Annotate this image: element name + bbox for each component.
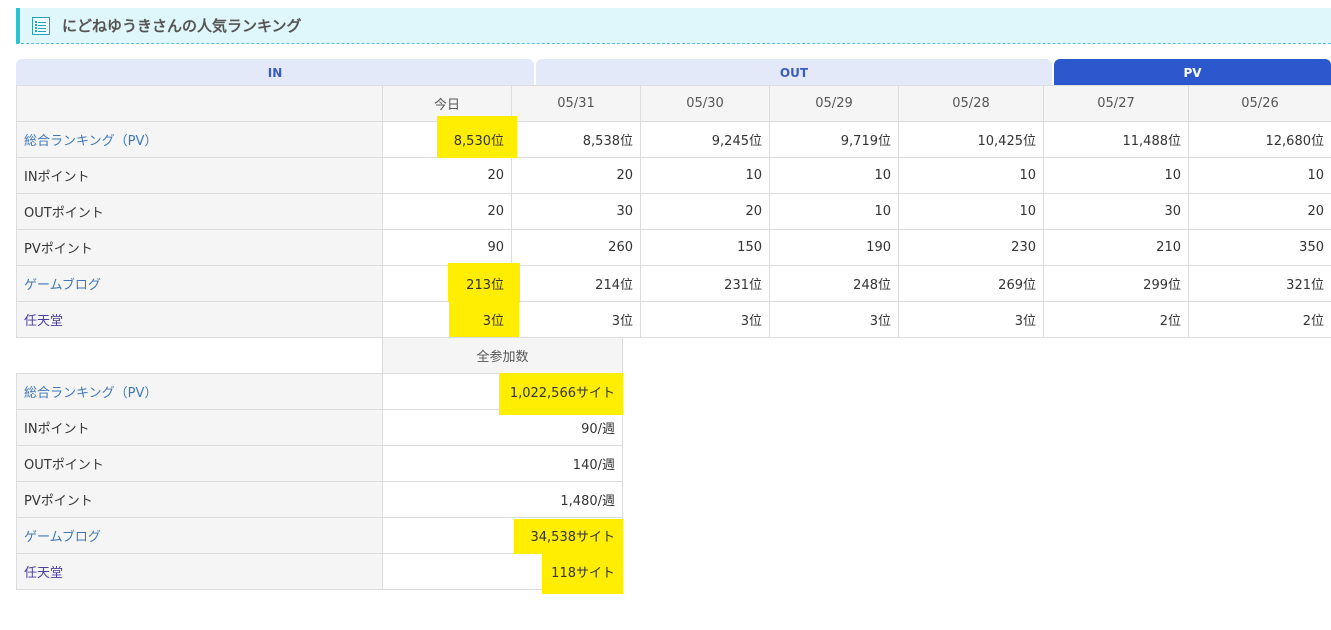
row-label: INポイント [16, 409, 383, 446]
table-row: PVポイント 1,480/週 [16, 481, 623, 518]
table-cell: 118サイト [382, 553, 623, 594]
table-cell: 10 [1043, 157, 1189, 194]
table-cell: 3位 [769, 301, 899, 338]
nintendo-link[interactable]: 任天堂 [24, 314, 63, 329]
column-header: 05/30 [640, 85, 770, 122]
table-cell: 260 [511, 229, 641, 266]
column-header: 05/29 [769, 85, 899, 122]
table-cell: 10 [1188, 157, 1331, 194]
table-cell: 1,480/週 [382, 481, 623, 518]
table-cell: 3位 [511, 301, 641, 338]
row-label[interactable]: 総合ランキング（PV） [16, 373, 383, 410]
table-row: 総合ランキング（PV） 1,022,566サイト [16, 373, 623, 415]
table-cell: 350 [1188, 229, 1331, 266]
column-header: 全参加数 [382, 337, 623, 374]
page-title: にどねゆうきさんの人気ランキング [62, 17, 302, 35]
table-row: OUTポイント 140/週 [16, 445, 623, 482]
table-row: PVポイント 90 260 150 190 230 210 350 [16, 229, 1331, 266]
row-label[interactable]: 任天堂 [16, 553, 383, 590]
table-cell: 10 [640, 157, 770, 194]
header-blank [16, 337, 383, 374]
tab-in[interactable]: IN [16, 59, 534, 86]
table-cell: 10 [769, 193, 899, 230]
row-label[interactable]: ゲームブログ [16, 265, 383, 302]
column-header: 05/27 [1043, 85, 1189, 122]
table-cell: 3位 [382, 300, 519, 340]
table-cell: 10 [898, 157, 1044, 194]
table-cell: 10,425位 [898, 121, 1044, 158]
table-cell: 8,538位 [511, 121, 641, 158]
totals-header-row: 全参加数 [16, 337, 623, 374]
game-blog-link[interactable]: ゲームブログ [24, 278, 101, 293]
page-header: にどねゆうきさんの人気ランキング [16, 8, 1331, 44]
overall-ranking-link[interactable]: 総合ランキング（PV） [24, 386, 157, 401]
ranking-table: 今日 05/31 05/30 05/29 05/28 05/27 05/26 総… [16, 85, 1331, 340]
table-row: ゲームブログ 34,538サイト [16, 517, 623, 559]
table-cell: 140/週 [382, 445, 623, 482]
table-cell: 231位 [640, 265, 770, 302]
table-cell: 2位 [1043, 301, 1189, 338]
table-row: 任天堂 118サイト [16, 553, 623, 594]
row-label[interactable]: 総合ランキング（PV） [16, 121, 383, 158]
row-label: OUTポイント [16, 193, 383, 230]
table-cell: 3位 [898, 301, 1044, 338]
ranking-list-icon [32, 16, 50, 35]
table-cell: 230 [898, 229, 1044, 266]
table-row: 任天堂 3位 3位 3位 3位 3位 2位 2位 [16, 300, 1331, 340]
table-cell: 10 [769, 157, 899, 194]
row-label: PVポイント [16, 229, 383, 266]
table-cell: 269位 [898, 265, 1044, 302]
table-cell: 150 [640, 229, 770, 266]
table-row: 総合ランキング（PV） 8,530位 8,538位 9,245位 9,719位 … [16, 116, 1331, 158]
table-row: ゲームブログ 213位 214位 231位 248位 269位 299位 321… [16, 263, 1331, 303]
nintendo-link[interactable]: 任天堂 [24, 566, 63, 581]
tab-pv[interactable]: PV [1054, 59, 1331, 86]
table-cell: 9,719位 [769, 121, 899, 158]
table-cell: 9,245位 [640, 121, 770, 158]
table-row: OUTポイント 20 30 20 10 10 30 20 [16, 193, 1331, 230]
table-row: INポイント 20 20 10 10 10 10 10 [16, 157, 1331, 194]
table-cell: 214位 [511, 265, 641, 302]
table-cell: 190 [769, 229, 899, 266]
row-label[interactable]: ゲームブログ [16, 517, 383, 554]
table-cell: 248位 [769, 265, 899, 302]
table-cell: 321位 [1188, 265, 1331, 302]
table-cell: 8,530位 [382, 116, 517, 158]
table-cell: 3位 [640, 301, 770, 338]
table-cell: 20 [382, 193, 512, 230]
game-blog-link[interactable]: ゲームブログ [24, 530, 101, 545]
header-blank [16, 85, 383, 122]
totals-table: 全参加数 総合ランキング（PV） 1,022,566サイト INポイント 90/… [16, 337, 623, 594]
table-cell: 213位 [382, 263, 520, 303]
table-cell: 299位 [1043, 265, 1189, 302]
row-label[interactable]: 任天堂 [16, 301, 383, 338]
table-cell: 11,488位 [1043, 121, 1189, 158]
table-cell: 10 [898, 193, 1044, 230]
table-cell: 30 [511, 193, 641, 230]
table-cell: 30 [1043, 193, 1189, 230]
ranking-header-row: 今日 05/31 05/30 05/29 05/28 05/27 05/26 [16, 85, 1331, 122]
table-cell: 20 [640, 193, 770, 230]
row-label: INポイント [16, 157, 383, 194]
table-cell: 20 [1188, 193, 1331, 230]
column-header: 05/26 [1188, 85, 1331, 122]
table-cell: 1,022,566サイト [382, 373, 623, 415]
table-cell: 90 [382, 229, 512, 266]
tab-out[interactable]: OUT [536, 59, 1052, 86]
table-cell: 210 [1043, 229, 1189, 266]
overall-ranking-link[interactable]: 総合ランキング（PV） [24, 134, 157, 149]
row-label: OUTポイント [16, 445, 383, 482]
column-header: 05/31 [511, 85, 641, 122]
table-cell: 12,680位 [1188, 121, 1331, 158]
table-cell: 20 [511, 157, 641, 194]
column-header: 05/28 [898, 85, 1044, 122]
table-cell: 2位 [1188, 301, 1331, 338]
row-label: PVポイント [16, 481, 383, 518]
table-cell: 20 [382, 157, 512, 194]
table-cell: 34,538サイト [382, 517, 623, 559]
